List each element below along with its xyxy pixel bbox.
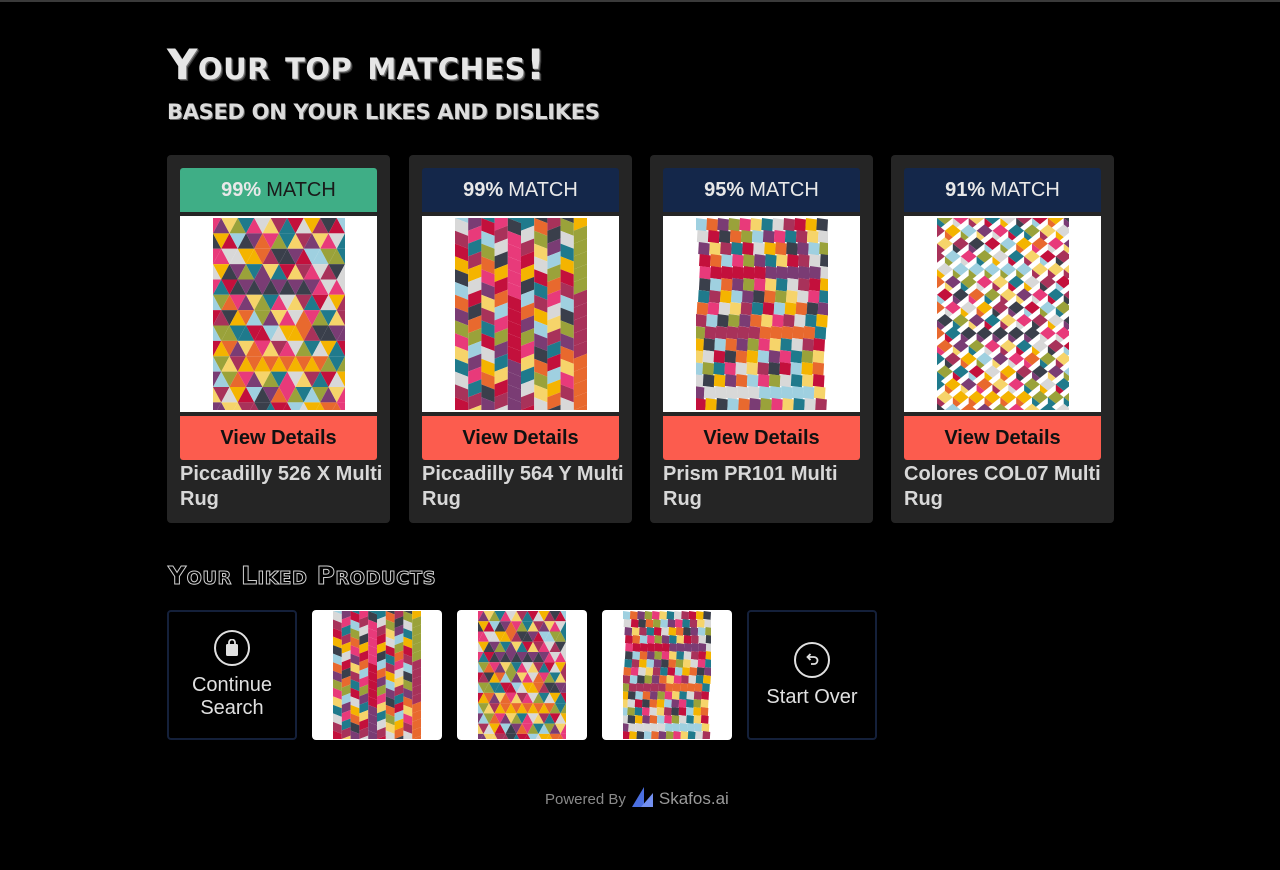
view-details-button[interactable]: View Details xyxy=(663,416,860,460)
match-label: MATCH xyxy=(266,178,336,201)
liked-product-thumbnail[interactable] xyxy=(602,610,732,740)
liked-product-thumbnail[interactable] xyxy=(457,610,587,740)
match-percent: 99% xyxy=(463,178,504,201)
powered-by-text: Powered By xyxy=(545,790,626,808)
match-label: MATCH xyxy=(749,178,819,201)
match-label: MATCH xyxy=(990,178,1060,201)
skafos-logo-icon xyxy=(631,786,655,812)
rug-image xyxy=(695,218,828,410)
rug-image xyxy=(478,611,566,739)
product-image[interactable] xyxy=(663,216,860,412)
bag-icon xyxy=(214,630,250,666)
page-title: Your top matches! xyxy=(167,40,546,89)
product-image[interactable] xyxy=(180,216,377,412)
product-name: Piccadilly 526 X Multi Rug xyxy=(180,463,383,510)
match-label: MATCH xyxy=(508,178,578,201)
powered-by-footer: Powered By Skafos.ai xyxy=(545,786,729,812)
match-card: 99% MATCH View Details Piccadilly 564 Y … xyxy=(409,155,632,523)
continue-search-button[interactable]: Continue Search xyxy=(167,610,297,740)
product-name: Colores COL07 Multi Rug xyxy=(904,463,1101,510)
brand-name[interactable]: Skafos.ai xyxy=(659,789,729,809)
product-name: Prism PR101 Multi Rug xyxy=(663,463,838,510)
view-details-button[interactable]: View Details xyxy=(904,416,1101,460)
match-card: 95% MATCH View Details Prism PR101 Multi… xyxy=(650,155,873,523)
match-badge: 99% MATCH xyxy=(422,168,619,212)
rug-image xyxy=(333,611,421,739)
view-details-button[interactable]: View Details xyxy=(180,416,377,460)
match-percent: 95% xyxy=(704,178,745,201)
start-over-button[interactable]: Start Over xyxy=(747,610,877,740)
match-badge: 95% MATCH xyxy=(663,168,860,212)
product-name: Piccadilly 564 Y Multi Rug xyxy=(422,463,624,510)
rug-image xyxy=(212,218,345,410)
match-card: 99% MATCH View Details Piccadilly 526 X … xyxy=(167,155,390,523)
match-badge: 99% MATCH xyxy=(180,168,377,212)
rug-image xyxy=(454,218,587,410)
match-percent: 91% xyxy=(945,178,986,201)
liked-product-thumbnail[interactable] xyxy=(312,610,442,740)
match-percent: 99% xyxy=(221,178,262,201)
undo-icon xyxy=(794,641,830,678)
rug-image xyxy=(623,611,711,739)
start-over-label: Start Over xyxy=(766,685,858,708)
product-image[interactable] xyxy=(904,216,1101,412)
continue-search-label: Continue Search xyxy=(191,674,273,719)
rug-image xyxy=(936,218,1069,410)
page-subtitle: BASED ON YOUR LIKES AND DISLIKES xyxy=(167,100,600,124)
view-details-button[interactable]: View Details xyxy=(422,416,619,460)
match-cards: 99% MATCH View Details Piccadilly 526 X … xyxy=(167,155,1117,523)
product-image[interactable] xyxy=(422,216,619,412)
liked-products-row: Continue Search Start Over xyxy=(167,610,887,740)
match-card: 91% MATCH View Details Colores COL07 Mul… xyxy=(891,155,1114,523)
liked-products-heading: Your Liked Products xyxy=(167,561,437,590)
match-badge: 91% MATCH xyxy=(904,168,1101,212)
